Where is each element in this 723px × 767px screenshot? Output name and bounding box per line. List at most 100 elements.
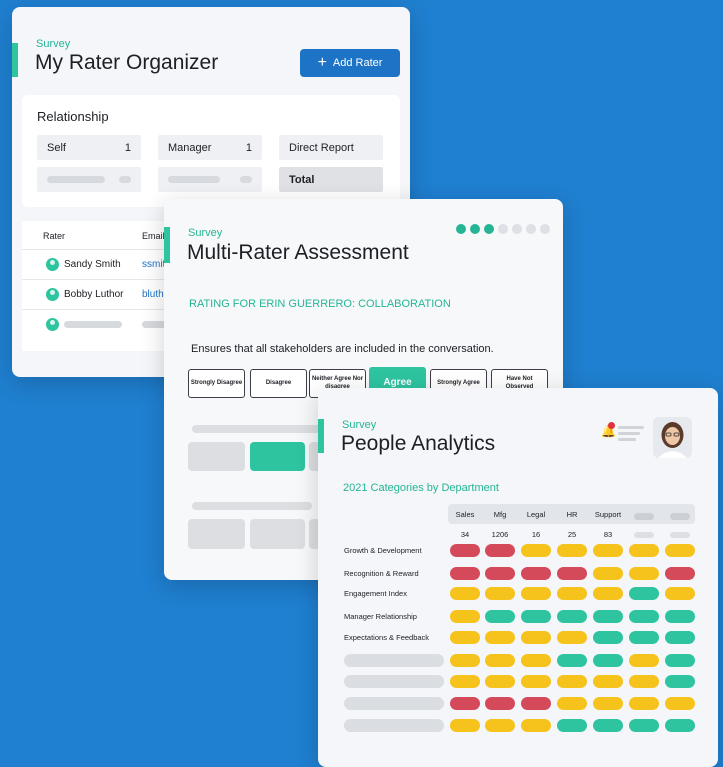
score-pill-green[interactable] — [593, 719, 623, 732]
progress-dot — [512, 224, 522, 234]
progress-dot — [498, 224, 508, 234]
score-pill-yellow[interactable] — [485, 654, 515, 667]
score-pill-green[interactable] — [593, 631, 623, 644]
score-pill-green[interactable] — [593, 654, 623, 667]
avatar — [46, 258, 59, 271]
score-pill-green[interactable] — [629, 587, 659, 600]
profile-photo[interactable] — [653, 417, 692, 458]
score-pill-red[interactable] — [521, 697, 551, 710]
score-pill-yellow[interactable] — [593, 697, 623, 710]
relationship-label: Self — [47, 141, 66, 154]
score-pill-yellow[interactable] — [485, 631, 515, 644]
score-pill-yellow[interactable] — [450, 675, 480, 688]
relationship-cell-manager[interactable]: Manager 1 — [158, 135, 262, 160]
skeleton-line — [64, 321, 122, 328]
score-pill-yellow[interactable] — [665, 697, 695, 710]
relationship-cell-direct-report[interactable]: Direct Report — [279, 135, 383, 160]
score-pill-green[interactable] — [665, 631, 695, 644]
score-pill-red[interactable] — [450, 544, 480, 557]
score-pill-yellow[interactable] — [450, 654, 480, 667]
score-pill-red[interactable] — [485, 567, 515, 580]
score-pill-yellow[interactable] — [629, 697, 659, 710]
score-pill-yellow[interactable] — [521, 719, 551, 732]
department-header[interactable]: Mfg — [482, 510, 518, 519]
score-pill-red[interactable] — [485, 697, 515, 710]
score-pill-yellow[interactable] — [557, 587, 587, 600]
relationship-cell-self[interactable]: Self 1 — [37, 135, 141, 160]
rater-name: Bobby Luthor — [64, 289, 124, 300]
relationship-cell-total[interactable]: Total — [279, 167, 383, 192]
score-pill-yellow[interactable] — [557, 675, 587, 688]
add-rater-button[interactable]: + Add Rater — [300, 49, 400, 77]
score-pill-yellow[interactable] — [557, 631, 587, 644]
option-disagree[interactable]: Disagree — [250, 369, 307, 398]
score-pill-yellow[interactable] — [629, 654, 659, 667]
relationship-label: Manager — [168, 141, 212, 154]
avatar — [46, 288, 59, 301]
score-pill-yellow[interactable] — [629, 544, 659, 557]
score-pill-green[interactable] — [665, 654, 695, 667]
department-header[interactable]: Support — [590, 510, 626, 519]
rater-email[interactable]: bluth — [142, 289, 164, 300]
relationship-label: Direct Report — [289, 141, 354, 154]
score-pill-yellow[interactable] — [665, 544, 695, 557]
score-pill-yellow[interactable] — [557, 697, 587, 710]
score-pill-yellow[interactable] — [521, 631, 551, 644]
score-pill-yellow[interactable] — [450, 719, 480, 732]
score-pill-green[interactable] — [557, 654, 587, 667]
score-pill-yellow[interactable] — [521, 587, 551, 600]
score-pill-yellow[interactable] — [450, 587, 480, 600]
score-pill-green[interactable] — [665, 610, 695, 623]
option-strongly-disagree[interactable]: Strongly Disagree — [188, 369, 245, 398]
score-pill-red[interactable] — [557, 567, 587, 580]
skeleton-option — [250, 519, 305, 549]
score-pill-yellow[interactable] — [521, 675, 551, 688]
score-pill-yellow[interactable] — [593, 587, 623, 600]
score-pill-yellow[interactable] — [593, 544, 623, 557]
progress-dot-complete — [484, 224, 494, 234]
score-pill-red[interactable] — [450, 567, 480, 580]
department-header-placeholder — [670, 513, 690, 520]
score-pill-yellow[interactable] — [665, 587, 695, 600]
score-pill-yellow[interactable] — [521, 654, 551, 667]
score-pill-yellow[interactable] — [629, 675, 659, 688]
score-pill-yellow[interactable] — [450, 631, 480, 644]
plus-icon: + — [317, 54, 327, 71]
score-pill-yellow[interactable] — [593, 567, 623, 580]
score-pill-green[interactable] — [593, 610, 623, 623]
score-pill-yellow[interactable] — [557, 544, 587, 557]
relationship-heading: Relationship — [37, 109, 109, 124]
score-pill-yellow[interactable] — [450, 610, 480, 623]
score-pill-green[interactable] — [557, 610, 587, 623]
score-pill-green[interactable] — [665, 719, 695, 732]
score-pill-green[interactable] — [485, 610, 515, 623]
department-header[interactable]: HR — [554, 510, 590, 519]
score-pill-yellow[interactable] — [485, 675, 515, 688]
column-header-rater: Rater — [43, 231, 66, 241]
score-pill-yellow[interactable] — [629, 567, 659, 580]
score-pill-green[interactable] — [665, 675, 695, 688]
skeleton-line — [618, 432, 640, 435]
score-pill-yellow[interactable] — [485, 719, 515, 732]
score-pill-yellow[interactable] — [521, 544, 551, 557]
score-pill-yellow[interactable] — [593, 675, 623, 688]
skeleton-line — [618, 426, 644, 429]
department-header[interactable]: Legal — [518, 510, 554, 519]
rater-email[interactable]: ssmit — [142, 259, 165, 270]
score-pill-green[interactable] — [557, 719, 587, 732]
score-pill-green[interactable] — [629, 610, 659, 623]
score-pill-green[interactable] — [521, 610, 551, 623]
score-pill-green[interactable] — [629, 719, 659, 732]
category-label-placeholder — [344, 654, 444, 667]
score-pill-red[interactable] — [665, 567, 695, 580]
category-label: Recognition & Reward — [344, 569, 419, 578]
category-label: Engagement Index — [344, 589, 407, 598]
rating-statement: Ensures that all stakeholders are includ… — [191, 343, 494, 355]
score-pill-yellow[interactable] — [485, 587, 515, 600]
department-count: 1206 — [491, 530, 509, 539]
score-pill-red[interactable] — [521, 567, 551, 580]
department-header[interactable]: Sales — [447, 510, 483, 519]
score-pill-red[interactable] — [485, 544, 515, 557]
score-pill-red[interactable] — [450, 697, 480, 710]
score-pill-green[interactable] — [629, 631, 659, 644]
